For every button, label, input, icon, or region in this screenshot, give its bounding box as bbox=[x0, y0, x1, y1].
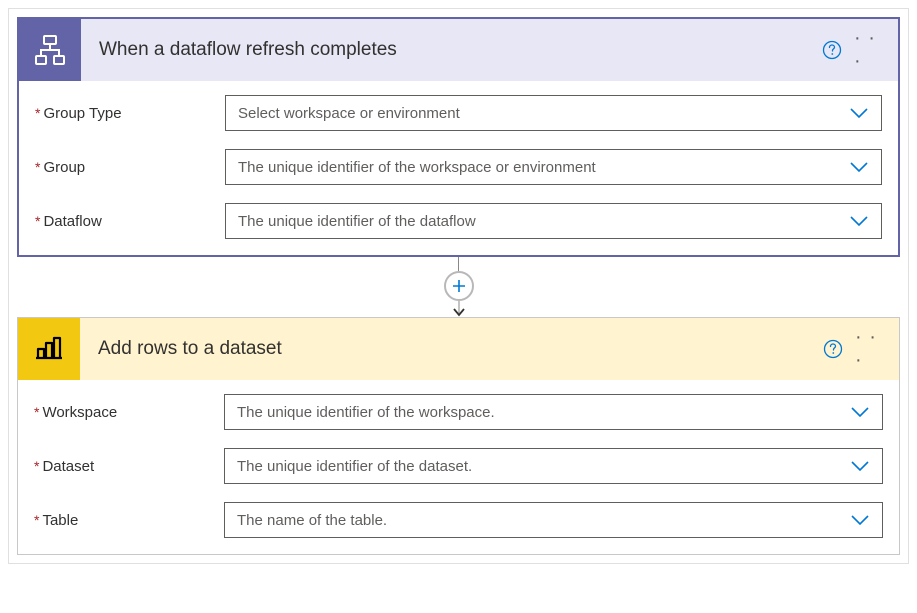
add-step-button[interactable] bbox=[444, 271, 474, 301]
connector bbox=[17, 257, 900, 317]
trigger-card[interactable]: When a dataflow refresh completes · · · … bbox=[17, 17, 900, 257]
help-button[interactable] bbox=[819, 335, 847, 363]
action-card[interactable]: Add rows to a dataset · · · * Workspace … bbox=[17, 317, 900, 555]
field-label: * Table bbox=[34, 512, 224, 529]
arrow-down-icon bbox=[451, 299, 467, 317]
chevron-down-icon bbox=[849, 107, 869, 119]
field-group-type-row: * Group Type Select workspace or environ… bbox=[35, 95, 882, 131]
workspace-select[interactable]: The unique identifier of the workspace. bbox=[224, 394, 883, 430]
required-indicator: * bbox=[34, 404, 39, 420]
required-indicator: * bbox=[34, 458, 39, 474]
plus-icon bbox=[451, 278, 467, 294]
field-label: * Workspace bbox=[34, 404, 224, 421]
select-placeholder: The unique identifier of the workspace o… bbox=[238, 159, 849, 176]
action-card-header[interactable]: Add rows to a dataset · · · bbox=[18, 318, 899, 380]
dataflow-select[interactable]: The unique identifier of the dataflow bbox=[225, 203, 882, 239]
field-table-row: * Table The name of the table. bbox=[34, 502, 883, 538]
connector-line bbox=[458, 257, 459, 271]
field-label-text: Table bbox=[42, 512, 78, 529]
required-indicator: * bbox=[35, 105, 40, 121]
more-button[interactable]: · · · bbox=[854, 36, 886, 64]
field-label-text: Workspace bbox=[42, 404, 117, 421]
select-placeholder: The name of the table. bbox=[237, 512, 850, 529]
field-dataflow-row: * Dataflow The unique identifier of the … bbox=[35, 203, 882, 239]
required-indicator: * bbox=[35, 159, 40, 175]
trigger-card-header[interactable]: When a dataflow refresh completes · · · bbox=[19, 19, 898, 81]
field-workspace-row: * Workspace The unique identifier of the… bbox=[34, 394, 883, 430]
field-label: * Group bbox=[35, 159, 225, 176]
group-select[interactable]: The unique identifier of the workspace o… bbox=[225, 149, 882, 185]
field-label: * Dataflow bbox=[35, 213, 225, 230]
action-card-body: * Workspace The unique identifier of the… bbox=[18, 380, 899, 554]
required-indicator: * bbox=[35, 213, 40, 229]
group-type-select[interactable]: Select workspace or environment bbox=[225, 95, 882, 131]
field-label: * Dataset bbox=[34, 458, 224, 475]
action-title: Add rows to a dataset bbox=[80, 338, 819, 360]
chevron-down-icon bbox=[849, 161, 869, 173]
dataset-icon bbox=[18, 318, 80, 380]
chevron-down-icon bbox=[849, 215, 869, 227]
trigger-card-body: * Group Type Select workspace or environ… bbox=[19, 81, 898, 255]
select-placeholder: Select workspace or environment bbox=[238, 105, 849, 122]
select-placeholder: The unique identifier of the workspace. bbox=[237, 404, 850, 421]
flow-canvas: When a dataflow refresh completes · · · … bbox=[8, 8, 909, 564]
select-placeholder: The unique identifier of the dataflow bbox=[238, 213, 849, 230]
field-label: * Group Type bbox=[35, 105, 225, 122]
dataflow-icon bbox=[19, 19, 81, 81]
chevron-down-icon bbox=[850, 514, 870, 526]
field-group-row: * Group The unique identifier of the wor… bbox=[35, 149, 882, 185]
chevron-down-icon bbox=[850, 460, 870, 472]
field-label-text: Group Type bbox=[43, 105, 121, 122]
required-indicator: * bbox=[34, 512, 39, 528]
table-select[interactable]: The name of the table. bbox=[224, 502, 883, 538]
select-placeholder: The unique identifier of the dataset. bbox=[237, 458, 850, 475]
field-label-text: Dataset bbox=[42, 458, 94, 475]
field-label-text: Dataflow bbox=[43, 213, 101, 230]
more-button[interactable]: · · · bbox=[855, 335, 887, 363]
chevron-down-icon bbox=[850, 406, 870, 418]
help-button[interactable] bbox=[818, 36, 846, 64]
field-label-text: Group bbox=[43, 159, 85, 176]
field-dataset-row: * Dataset The unique identifier of the d… bbox=[34, 448, 883, 484]
dataset-select[interactable]: The unique identifier of the dataset. bbox=[224, 448, 883, 484]
trigger-title: When a dataflow refresh completes bbox=[81, 39, 818, 61]
